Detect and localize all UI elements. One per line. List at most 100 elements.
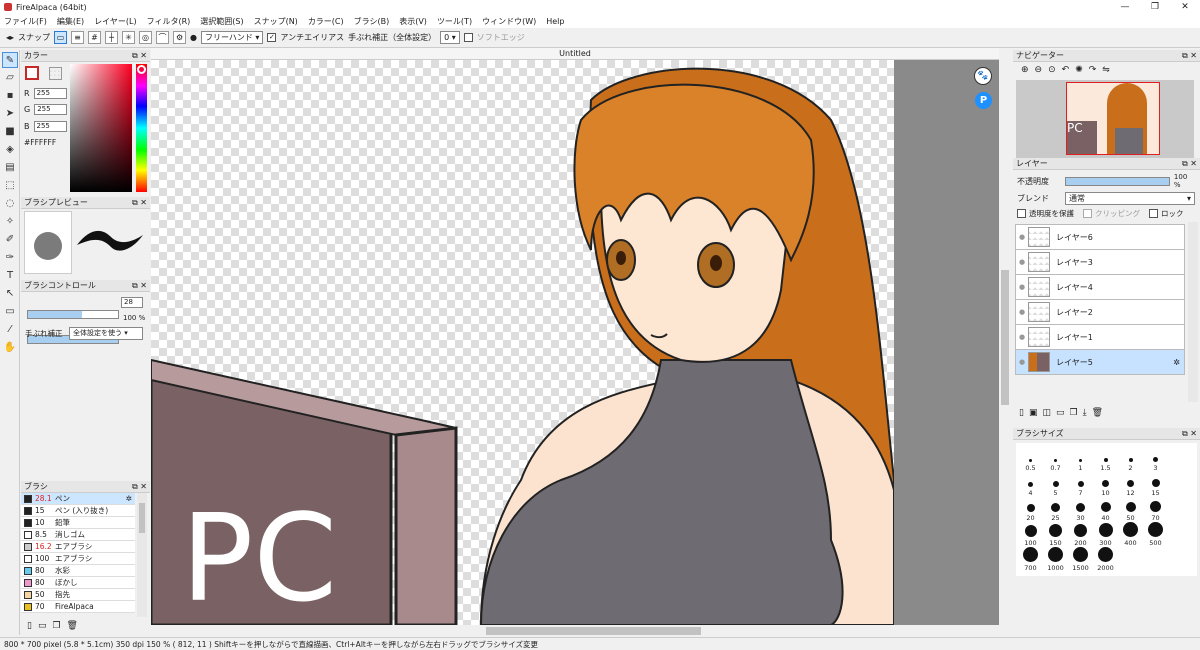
brush-size-slider[interactable] — [27, 310, 119, 319]
menu-item[interactable]: Help — [546, 17, 564, 26]
layer-row[interactable]: ● レイヤー1 — [1015, 325, 1185, 350]
text-tool-icon[interactable]: T — [2, 268, 18, 284]
brush-size-option[interactable]: 200 — [1068, 522, 1093, 547]
bucket-tool-icon[interactable]: ◈ — [2, 142, 18, 158]
eraser-tool-icon[interactable]: ▱ — [2, 70, 18, 86]
b-field[interactable]: 255 — [33, 121, 67, 132]
menu-item[interactable]: フィルタ(R) — [147, 16, 191, 27]
brush-list-item[interactable]: 16.2 エアブラシ — [21, 541, 135, 553]
panel-float-close-icon[interactable]: ⧉ ✕ — [132, 197, 150, 208]
brush-list-item[interactable]: 100 エアブラシ — [21, 553, 135, 565]
hue-handle[interactable] — [137, 65, 146, 74]
brush-size-option[interactable]: 500 — [1143, 522, 1168, 547]
zoom-in-icon[interactable]: ⊕ — [1021, 65, 1029, 75]
primary-color-swatch[interactable] — [25, 66, 39, 80]
r-field[interactable]: 255 — [33, 88, 67, 99]
brush-size-option[interactable]: 1000 — [1043, 547, 1068, 572]
new-layer-icon[interactable]: ▯ — [1019, 408, 1029, 418]
menu-item[interactable]: 編集(E) — [57, 16, 84, 27]
brush-size-option[interactable]: 1.5 — [1093, 447, 1118, 472]
rotate-left-icon[interactable]: ↶ — [1062, 65, 1070, 75]
new-folder-icon[interactable]: ▭ — [1056, 408, 1070, 418]
brush-size-option[interactable]: 400 — [1118, 522, 1143, 547]
brush-size-option[interactable]: 700 — [1018, 547, 1043, 572]
select-pen-icon[interactable]: ✐ — [2, 232, 18, 248]
snap-curve-icon[interactable]: ⌒ — [156, 31, 170, 44]
brush-list-scrollbar[interactable] — [137, 493, 147, 617]
gradient-tool-icon[interactable]: ▤ — [2, 160, 18, 176]
antialias-checkbox[interactable]: ✓ — [267, 33, 277, 42]
brush-size-option[interactable]: 0.7 — [1043, 447, 1068, 472]
layer-row[interactable]: ● レイヤー5 ✲ — [1015, 350, 1185, 375]
navigator-thumbnail[interactable]: PC — [1016, 80, 1194, 158]
brush-size-option[interactable]: 15 — [1143, 472, 1168, 497]
clipping-checkbox[interactable] — [1083, 209, 1092, 218]
fill-shape-icon[interactable]: ■ — [2, 124, 18, 140]
snap-circle-icon[interactable]: ◎ — [139, 31, 153, 44]
brush-mode-select[interactable]: フリーハンド ▾ — [201, 31, 264, 44]
panel-float-close-icon[interactable]: ⧉ ✕ — [132, 50, 150, 61]
brush-size-option[interactable]: 150 — [1043, 522, 1068, 547]
close-button[interactable]: ✕ — [1170, 2, 1200, 12]
maximize-button[interactable]: ❐ — [1140, 2, 1170, 12]
menu-item[interactable]: 表示(V) — [399, 16, 427, 27]
brush-size-option[interactable]: 30 — [1068, 497, 1093, 522]
folder-icon[interactable]: ▭ — [38, 621, 53, 631]
pixiv-icon[interactable]: P — [975, 92, 992, 109]
layer-visibility-icon[interactable]: ● — [1016, 283, 1028, 291]
navigator-view-rect[interactable]: PC — [1066, 82, 1160, 155]
snap-parallel-icon[interactable]: ≡ — [71, 31, 85, 44]
menu-item[interactable]: カラー(C) — [308, 16, 344, 27]
minimize-button[interactable]: — — [1110, 2, 1140, 12]
hand-tool-icon[interactable]: ✋ — [2, 340, 18, 356]
menu-item[interactable]: ウィンドウ(W) — [482, 16, 536, 27]
brush-size-option[interactable]: 4 — [1018, 472, 1043, 497]
eyedropper-icon[interactable]: ⁄ — [2, 322, 18, 338]
layer-list-scrollbar[interactable] — [1188, 222, 1198, 402]
user-avatar-icon[interactable]: 🐾 — [974, 67, 992, 85]
operation-tool-icon[interactable]: ↖ — [2, 286, 18, 302]
menu-item[interactable]: スナップ(N) — [254, 16, 298, 27]
g-field[interactable]: 255 — [34, 104, 68, 115]
brush-stabilizer-select[interactable]: 全体設定を使う ▾ — [69, 327, 143, 340]
zoom-fit-icon[interactable]: ⊙ — [1048, 65, 1056, 75]
brush-size-option[interactable]: 3 — [1143, 447, 1168, 472]
lock-checkbox[interactable] — [1149, 209, 1158, 218]
brush-list-item[interactable]: 50 指先 — [21, 589, 135, 601]
layer-settings-icon[interactable]: ✲ — [1173, 358, 1180, 367]
panel-float-close-icon[interactable]: ⧉ ✕ — [132, 280, 150, 291]
brush-size-option[interactable]: 5 — [1043, 472, 1068, 497]
drawing-canvas[interactable]: PC — [151, 60, 894, 625]
layer-visibility-icon[interactable]: ● — [1016, 233, 1028, 241]
brush-size-option[interactable]: 300 — [1093, 522, 1118, 547]
snap-off-icon[interactable]: ▭ — [54, 31, 68, 44]
select-eraser-icon[interactable]: ✑ — [2, 250, 18, 266]
duplicate-layer-icon[interactable]: ❐ — [1070, 408, 1083, 418]
menu-item[interactable]: ブラシ(B) — [354, 16, 390, 27]
brush-list-item[interactable]: 15 ペン (入り抜き) — [21, 505, 135, 517]
brush-size-option[interactable]: 40 — [1093, 497, 1118, 522]
brush-settings-icon[interactable]: ✲ — [126, 494, 132, 503]
brush-size-option[interactable]: 25 — [1043, 497, 1068, 522]
brush-size-option[interactable]: 1500 — [1068, 547, 1093, 572]
delete-brush-icon[interactable]: 🗑 — [67, 621, 84, 631]
layer-visibility-icon[interactable]: ● — [1016, 308, 1028, 316]
brush-list-item[interactable]: 70 FireAlpaca — [21, 601, 135, 613]
rotate-reset-icon[interactable]: ✺ — [1075, 65, 1083, 75]
snap-settings-icon[interactable]: ⚙ — [173, 31, 187, 44]
delete-layer-icon[interactable]: 🗑 — [1092, 408, 1108, 418]
snap-radial-icon[interactable]: ✳ — [122, 31, 136, 44]
layer-opacity-slider[interactable] — [1064, 176, 1170, 186]
blend-select[interactable]: 通常 ▾ — [1065, 192, 1195, 205]
layer-visibility-icon[interactable]: ● — [1016, 258, 1028, 266]
new-1bit-layer-icon[interactable]: ◫ — [1042, 408, 1056, 418]
brush-size-option[interactable]: 70 — [1143, 497, 1168, 522]
select-tool-icon[interactable]: ⬚ — [2, 178, 18, 194]
stabilizer-select[interactable]: 0 ▾ — [440, 31, 460, 44]
brush-size-option[interactable]: 50 — [1118, 497, 1143, 522]
brush-size-option[interactable]: 2 — [1118, 447, 1143, 472]
pen-tool-icon[interactable]: ✎ — [2, 52, 18, 68]
transparent-swatch[interactable] — [49, 67, 62, 80]
brush-size-option[interactable]: 100 — [1018, 522, 1043, 547]
menu-item[interactable]: ツール(T) — [437, 16, 472, 27]
